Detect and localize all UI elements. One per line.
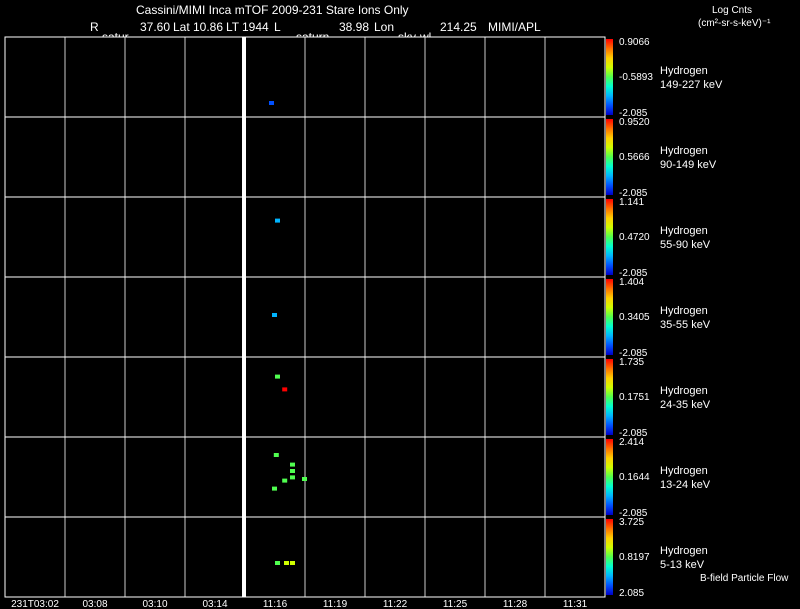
energy-range-label: 35-55 keV [660,319,711,331]
species-label: Hydrogen [660,385,708,397]
data-cell [290,462,295,467]
x-tick-label: 03:10 [142,599,167,609]
data-cell [302,477,307,481]
colorbar-max-label: 0.9520 [619,117,650,128]
colorbar-max-label: 1.735 [619,357,644,368]
colorbar [606,359,613,435]
colorbar-max-label: 0.9066 [619,37,650,48]
colorbar-mid-label: 0.8197 [619,552,650,563]
colorbar [606,39,613,115]
data-cell [282,387,288,392]
species-label: Hydrogen [660,545,708,557]
x-tick-label: 11:31 [563,599,588,609]
colorbar [606,519,613,595]
energy-range-label: 55-90 keV [660,239,711,251]
data-cell [272,313,277,317]
colorbar-min-label: 2.085 [619,588,644,599]
data-cell [290,561,295,565]
data-cell [273,453,279,457]
colorbar [606,119,613,195]
x-tick-label: 11:16 [263,599,288,609]
data-cell [290,469,295,473]
x-tick-label: 231T03:02 [11,599,59,609]
x-tick-label: 03:14 [202,599,227,609]
species-label: Hydrogen [660,145,708,157]
x-tick-label: 11:28 [503,599,528,609]
colorbar [606,199,613,275]
energy-range-label: 5-13 keV [660,559,705,571]
species-label: Hydrogen [660,465,708,477]
energy-range-label: 149-227 keV [660,79,723,91]
data-gap-bar [242,37,246,597]
colorbar-max-label: 1.404 [619,277,644,288]
x-tick-label: 11:19 [323,599,348,609]
colorbar-mid-label: 0.4720 [619,232,650,243]
colorbar [606,279,613,355]
x-tick-label: 11:22 [383,599,408,609]
colorbar-max-label: 3.725 [619,517,644,528]
colorbar-max-label: 2.414 [619,437,644,448]
colorbar-max-label: 1.141 [619,197,644,208]
colorbar-mid-label: 0.1751 [619,392,650,403]
data-cell [284,561,289,565]
species-label: Hydrogen [660,225,708,237]
data-cell [275,561,280,565]
x-tick-label: 11:25 [443,599,468,609]
colorbar-mid-label: 0.1644 [619,472,650,483]
data-cell [290,475,295,480]
species-label: Hydrogen [660,65,708,77]
colorbar-mid-label: 0.5666 [619,152,650,163]
energy-range-label: 90-149 keV [660,159,717,171]
colorbar-mid-label: 0.3405 [619,312,650,323]
energy-range-label: 24-35 keV [660,399,711,411]
data-cell [269,101,274,105]
data-cell [275,218,280,223]
data-cell [272,486,277,491]
colorbar [606,439,613,515]
energy-range-label: 13-24 keV [660,479,711,491]
species-label: Hydrogen [660,305,708,317]
x-tick-label: 03:08 [82,599,107,609]
colorbar-mid-label: -0.5893 [619,72,653,83]
data-cell [275,374,280,379]
heatmap-chart: 0.9066-0.5893-2.085Hydrogen149-227 keV0.… [4,36,723,609]
data-cell [282,478,288,483]
